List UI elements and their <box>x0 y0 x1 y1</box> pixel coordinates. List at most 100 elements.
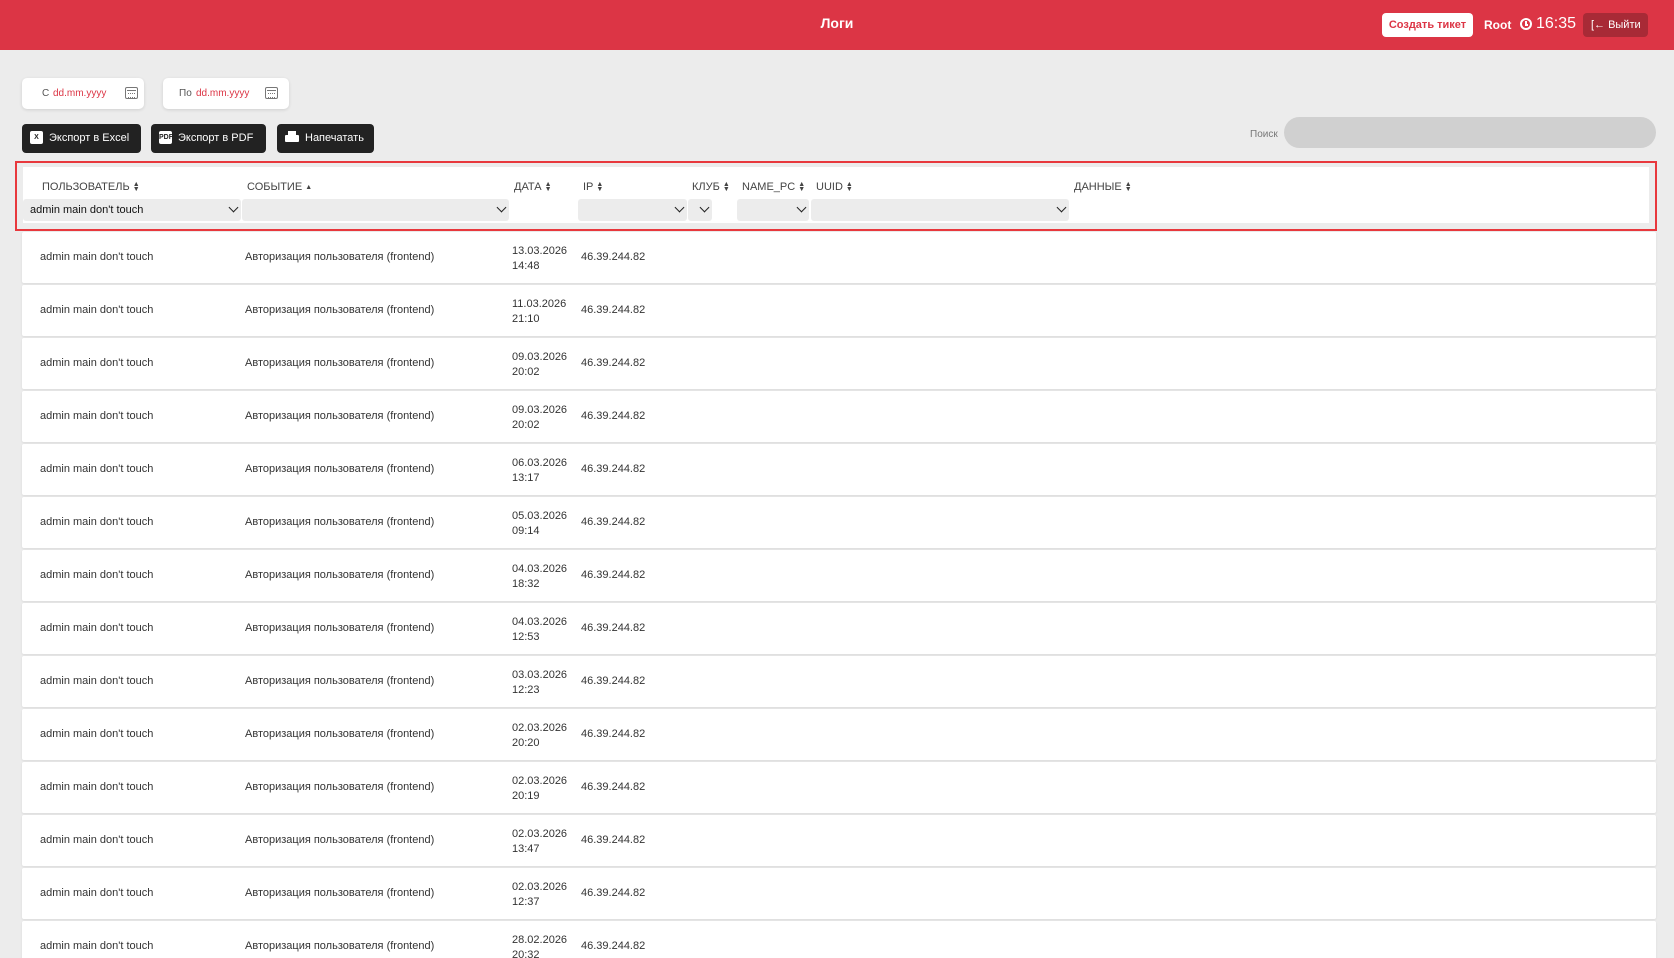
name-pc-filter-select[interactable] <box>737 199 809 221</box>
chevron-down-icon <box>699 202 710 213</box>
cell-date: 02.03.2026 20:19 <box>512 774 567 804</box>
cell-date-time: 18:32 <box>512 578 540 590</box>
cell-ip: 46.39.244.82 <box>581 887 646 899</box>
column-header-user[interactable]: ПОЛЬЗОВАТЕЛЬ ▲ ▼ <box>42 181 140 193</box>
export-pdf-label: Экспорт в PDF <box>178 132 254 144</box>
cell-user: admin main don't touch <box>40 516 154 528</box>
cell-event: Авторизация пользователя (frontend) <box>245 569 435 581</box>
cell-date: 06.03.2026 13:17 <box>512 456 567 486</box>
cell-date-day: 03.03.2026 <box>512 669 568 681</box>
cell-date: 04.03.2026 12:53 <box>512 615 567 645</box>
cell-ip: 46.39.244.82 <box>581 940 646 952</box>
calendar-icon[interactable] <box>265 87 278 99</box>
user-name: Root <box>1484 18 1512 32</box>
cell-date-time: 20:19 <box>512 790 540 802</box>
column-header-uuid[interactable]: UUID ▲ ▼ <box>816 181 853 193</box>
table-row[interactable]: admin main don't touch Авторизация пользо… <box>22 762 1656 813</box>
logout-button[interactable]: [← Выйти <box>1583 13 1648 37</box>
cell-date-day: 05.03.2026 <box>512 510 568 522</box>
cell-event: Авторизация пользователя (frontend) <box>245 940 435 952</box>
club-filter-select[interactable] <box>688 199 712 221</box>
uuid-filter-select[interactable] <box>811 199 1069 221</box>
print-button[interactable]: Напечатать <box>277 124 374 153</box>
table-row[interactable]: admin main don't touch Авторизация пользо… <box>22 656 1656 707</box>
cell-date: 09.03.2026 20:02 <box>512 403 567 433</box>
cell-user: admin main don't touch <box>40 940 154 952</box>
cell-date-day: 13.03.2026 <box>512 245 568 257</box>
table-row[interactable]: admin main don't touch Авторизация пользо… <box>22 285 1656 336</box>
date-from-field[interactable]: С dd.mm.yyyy <box>22 78 144 109</box>
table-row[interactable]: admin main don't touch Авторизация пользо… <box>22 338 1656 389</box>
cell-date-time: 13:47 <box>512 843 540 855</box>
chevron-down-icon <box>796 202 807 213</box>
create-ticket-button[interactable]: Создать тикет <box>1382 13 1473 37</box>
event-filter-select[interactable] <box>242 199 509 221</box>
table-row[interactable]: admin main don't touch Авторизация пользо… <box>22 815 1656 866</box>
clock-time: 16:35 <box>1536 15 1577 32</box>
cell-date-day: 28.02.2026 <box>512 934 568 946</box>
column-header-name-pc[interactable]: NAME_PC ▲ ▼ <box>742 181 805 193</box>
column-header-ip[interactable]: IP ▲ ▼ <box>583 181 603 193</box>
cell-ip: 46.39.244.82 <box>581 728 646 740</box>
cell-event: Авторизация пользователя (frontend) <box>245 675 435 687</box>
table-row[interactable]: admin main don't touch Авторизация пользо… <box>22 709 1656 760</box>
cell-event: Авторизация пользователя (frontend) <box>245 463 435 475</box>
export-pdf-button[interactable]: PDF Экспорт в PDF <box>151 124 266 153</box>
table-row[interactable]: admin main don't touch Авторизация пользо… <box>22 921 1656 958</box>
table-row[interactable]: admin main don't touch Авторизация пользо… <box>22 550 1656 601</box>
top-bar: Логи Создать тикет Root 16:35 [← Выйти <box>0 0 1674 50</box>
table-row[interactable]: admin main don't touch Авторизация пользо… <box>22 868 1656 919</box>
chevron-down-icon <box>496 202 507 213</box>
cell-date: 05.03.2026 09:14 <box>512 509 567 539</box>
cell-user: admin main don't touch <box>40 304 154 316</box>
table-row[interactable]: admin main don't touch Авторизация пользо… <box>22 391 1656 442</box>
user-filter-select[interactable]: admin main don't touch <box>23 199 241 221</box>
table-row[interactable]: admin main don't touch Авторизация пользо… <box>22 444 1656 495</box>
table-row[interactable]: admin main don't touch Авторизация пользо… <box>22 603 1656 654</box>
cell-ip: 46.39.244.82 <box>581 622 646 634</box>
cell-user: admin main don't touch <box>40 887 154 899</box>
cell-event: Авторизация пользователя (frontend) <box>245 357 435 369</box>
sort-icon: ▲ ▼ <box>132 181 140 194</box>
cell-date-time: 20:02 <box>512 419 540 431</box>
chevron-down-icon <box>228 202 239 213</box>
cell-date-day: 11.03.2026 <box>512 298 567 310</box>
cell-event: Авторизация пользователя (frontend) <box>245 251 435 263</box>
cell-event: Авторизация пользователя (frontend) <box>245 728 435 740</box>
cell-date-time: 12:37 <box>512 896 540 908</box>
cell-date-day: 02.03.2026 <box>512 775 568 787</box>
table-row[interactable]: admin main don't touch Авторизация пользо… <box>22 232 1656 283</box>
search-input[interactable] <box>1284 117 1656 148</box>
column-header-event[interactable]: СОБЫТИЕ ▲ <box>247 181 312 193</box>
cell-date-day: 02.03.2026 <box>512 828 568 840</box>
sort-icon: ▲ <box>305 183 313 191</box>
cell-date-time: 12:53 <box>512 631 540 643</box>
ip-filter-select[interactable] <box>578 199 687 221</box>
cell-date: 02.03.2026 12:37 <box>512 880 567 910</box>
sort-icon: ▲ ▼ <box>544 181 552 194</box>
date-to-field[interactable]: По dd.mm.yyyy <box>163 78 289 109</box>
table-header: ПОЛЬЗОВАТЕЛЬ ▲ ▼ СОБЫТИЕ ▲ ДАТА ▲ ▼ IP ▲ ▼ КЛУБ… <box>23 167 1649 223</box>
search-label: Поиск <box>1250 129 1278 140</box>
cell-date-time: 20:02 <box>512 366 540 378</box>
export-excel-button[interactable]: X Экспорт в Excel <box>22 124 141 153</box>
column-header-data[interactable]: ДАННЫЕ ▲ ▼ <box>1074 181 1132 193</box>
column-header-date[interactable]: ДАТА ▲ ▼ <box>514 181 552 193</box>
sort-icon: ▲ ▼ <box>722 181 730 194</box>
cell-date-time: 09:14 <box>512 525 540 537</box>
cell-user: admin main don't touch <box>40 781 154 793</box>
cell-date: 09.03.2026 20:02 <box>512 350 567 380</box>
cell-event: Авторизация пользователя (frontend) <box>245 622 435 634</box>
cell-ip: 46.39.244.82 <box>581 834 646 846</box>
cell-date-day: 06.03.2026 <box>512 457 568 469</box>
date-to-prefix: По <box>179 88 192 99</box>
table-row[interactable]: admin main don't touch Авторизация пользо… <box>22 497 1656 548</box>
cell-event: Авторизация пользователя (frontend) <box>245 834 435 846</box>
cell-date-time: 20:20 <box>512 737 540 749</box>
cell-event: Авторизация пользователя (frontend) <box>245 304 435 316</box>
cell-ip: 46.39.244.82 <box>581 357 646 369</box>
date-from-placeholder: dd.mm.yyyy <box>53 88 107 99</box>
calendar-icon[interactable] <box>125 87 138 99</box>
column-header-club[interactable]: КЛУБ ▲ ▼ <box>692 181 730 193</box>
logout-icon: [← <box>1591 19 1606 31</box>
